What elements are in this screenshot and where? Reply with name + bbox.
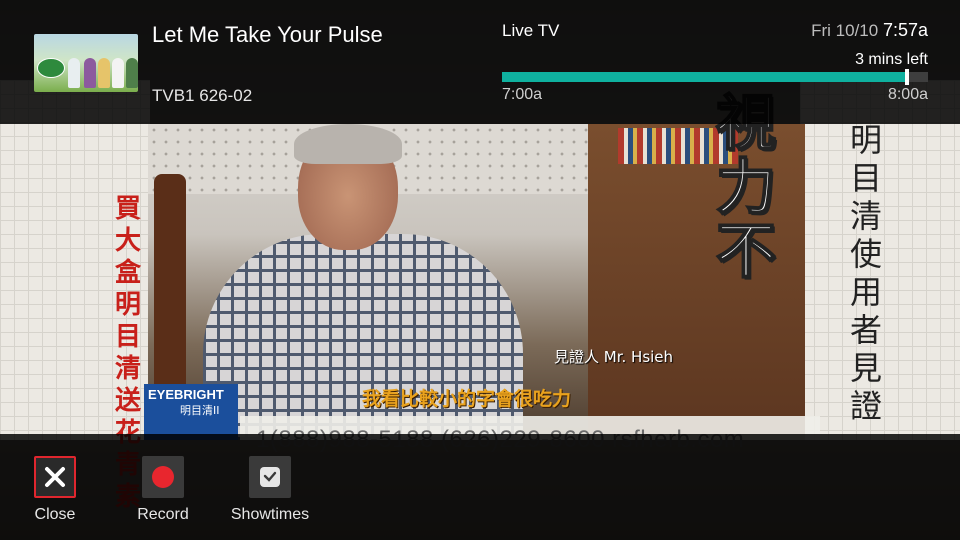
clock: Fri 10/10 7:57a <box>811 20 928 41</box>
close-icon <box>45 467 65 487</box>
program-title: Let Me Take Your Pulse <box>152 22 383 47</box>
record-button-box[interactable] <box>142 456 184 498</box>
vertical-char: 盒 <box>114 258 141 288</box>
thumb-figure <box>68 58 80 88</box>
person-hair <box>294 124 402 164</box>
vertical-char: 買 <box>114 194 141 224</box>
thumb-figure <box>98 58 110 88</box>
progress-marker <box>905 69 909 85</box>
witness-label: 見證人 Mr. Hsieh <box>554 348 674 366</box>
vertical-char: 力 <box>715 153 777 223</box>
close-label: Close <box>34 506 76 523</box>
progress-fill <box>502 72 907 82</box>
start-time: 7:00a <box>502 86 543 103</box>
showtimes-button[interactable]: Showtimes <box>220 456 320 524</box>
thumb-figure <box>84 58 96 88</box>
product-cn-name: 明目清II <box>180 404 220 417</box>
thumb-figure <box>112 58 124 88</box>
record-icon <box>152 466 174 488</box>
end-time: 8:00a <box>887 86 928 103</box>
right-vertical-text: 明 目 清 使 用 者 見 證 <box>846 124 886 428</box>
showtimes-button-box[interactable] <box>249 456 291 498</box>
clock-time: 7:57a <box>882 20 928 40</box>
record-button[interactable]: Record <box>113 456 213 524</box>
product-name: EYEBRIGHT <box>148 387 224 402</box>
close-button[interactable]: Close <box>5 456 105 524</box>
clock-icon <box>260 467 280 487</box>
vertical-char: 用 <box>849 273 882 311</box>
channel-number: TVB1 626-02 <box>152 86 253 105</box>
vertical-char: 使 <box>849 235 882 273</box>
thumb-figure <box>126 58 138 88</box>
info-banner: Let Me Take Your Pulse TVB1 626-02 Live … <box>0 0 960 124</box>
channel-logo-icon <box>37 58 65 78</box>
show-thumbnail <box>34 34 138 92</box>
live-tv-label: Live TV <box>502 21 560 40</box>
vertical-char: 見 <box>849 349 882 387</box>
clock-date: Fri 10/10 <box>811 21 879 40</box>
close-button-box[interactable] <box>34 456 76 498</box>
showtimes-label: Showtimes <box>230 506 310 523</box>
vertical-char: 不 <box>715 217 777 287</box>
vertical-char: 明 <box>114 290 141 320</box>
vertical-char: 目 <box>114 322 141 352</box>
record-label: Record <box>137 506 189 523</box>
program-progress-bar <box>502 69 928 85</box>
vertical-char: 清 <box>849 197 882 235</box>
vertical-char: 者 <box>849 311 882 349</box>
vertical-char: 明 <box>849 121 882 159</box>
video-subtitle: 我看比較小的字會很吃力 <box>362 388 572 410</box>
vertical-char: 大 <box>114 226 141 256</box>
vertical-char: 證 <box>849 387 882 425</box>
time-remaining: 3 mins left <box>855 51 928 68</box>
vertical-char: 送 <box>114 386 141 416</box>
vertical-char: 清 <box>114 354 141 384</box>
vertical-char: 目 <box>849 159 882 197</box>
